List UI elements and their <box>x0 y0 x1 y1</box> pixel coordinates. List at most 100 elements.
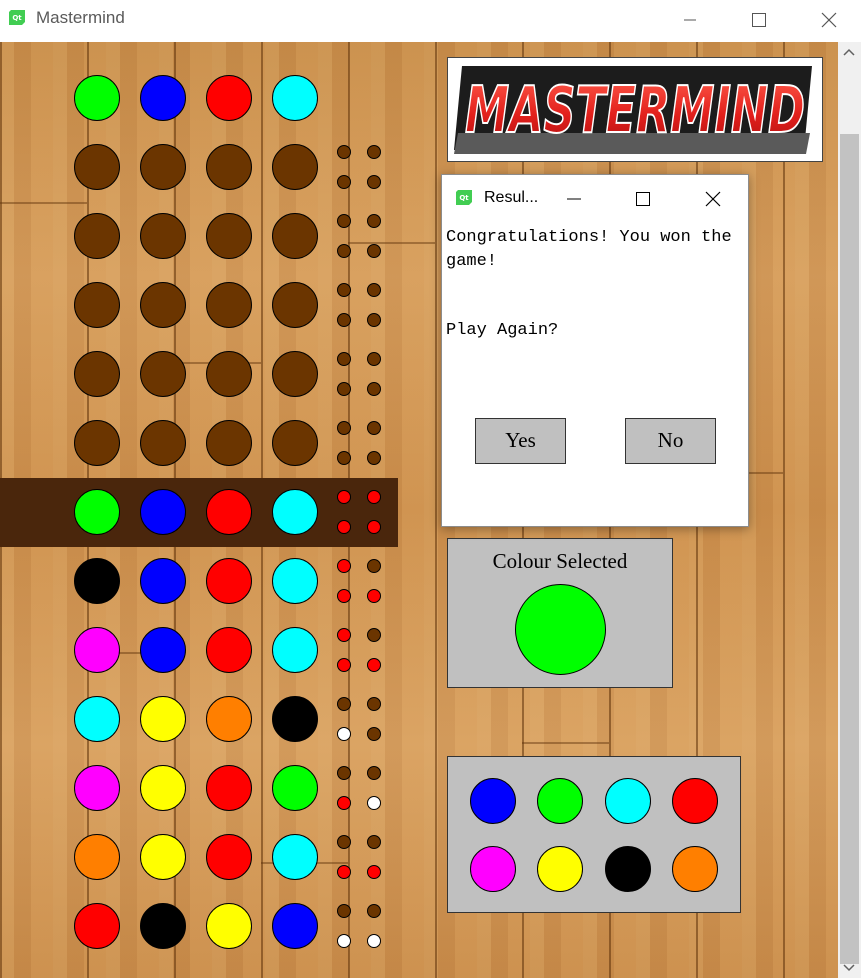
feedback-key-peg <box>337 835 351 849</box>
guess-peg[interactable] <box>74 213 120 259</box>
guess-peg[interactable] <box>206 834 252 880</box>
guess-peg[interactable] <box>272 765 318 811</box>
minimize-button[interactable] <box>667 0 713 40</box>
guess-peg[interactable] <box>140 558 186 604</box>
scroll-down-icon[interactable] <box>843 964 855 972</box>
feedback-key-peg <box>337 490 351 504</box>
guess-peg[interactable] <box>74 420 120 466</box>
palette-colour-blue[interactable] <box>470 778 516 824</box>
feedback-key-peg <box>367 934 381 948</box>
guess-peg[interactable] <box>206 144 252 190</box>
feedback-key-peg <box>367 865 381 879</box>
feedback-key-peg <box>337 520 351 534</box>
guess-peg[interactable] <box>272 834 318 880</box>
guess-peg[interactable] <box>272 903 318 949</box>
palette-colour-black[interactable] <box>605 846 651 892</box>
guess-peg[interactable] <box>140 696 186 742</box>
close-button[interactable] <box>806 0 852 40</box>
guess-peg[interactable] <box>74 489 120 535</box>
maximize-button[interactable] <box>736 0 782 40</box>
guess-peg[interactable] <box>272 696 318 742</box>
secret-code-peg <box>272 75 318 121</box>
guess-peg[interactable] <box>206 351 252 397</box>
guess-peg[interactable] <box>206 282 252 328</box>
guess-peg[interactable] <box>272 282 318 328</box>
guess-peg[interactable] <box>206 696 252 742</box>
feedback-key-peg <box>367 283 381 297</box>
vertical-scrollbar[interactable] <box>838 42 861 978</box>
no-button[interactable]: No <box>625 418 716 464</box>
feedback-key-peg <box>367 520 381 534</box>
logo-wordmark: MASTERMIND <box>454 66 812 154</box>
guess-peg[interactable] <box>140 489 186 535</box>
guess-peg[interactable] <box>272 351 318 397</box>
colour-palette <box>447 756 741 913</box>
feedback-key-peg <box>367 727 381 741</box>
plank-seam <box>0 202 87 204</box>
dialog-close-icon[interactable] <box>705 191 721 207</box>
guess-peg[interactable] <box>206 903 252 949</box>
guess-peg[interactable] <box>74 144 120 190</box>
guess-peg[interactable] <box>140 765 186 811</box>
plank-seam <box>522 742 609 744</box>
dialog-maximize-icon[interactable] <box>635 191 651 207</box>
yes-button[interactable]: Yes <box>475 418 566 464</box>
guess-peg[interactable] <box>272 420 318 466</box>
guess-peg[interactable] <box>206 489 252 535</box>
palette-colour-yellow[interactable] <box>537 846 583 892</box>
feedback-key-peg <box>367 244 381 258</box>
guess-peg[interactable] <box>206 213 252 259</box>
guess-peg[interactable] <box>74 627 120 673</box>
feedback-key-peg <box>337 145 351 159</box>
guess-peg[interactable] <box>140 420 186 466</box>
guess-peg[interactable] <box>272 144 318 190</box>
mastermind-logo: MASTERMIND <box>447 57 823 162</box>
scroll-up-icon[interactable] <box>843 48 855 56</box>
svg-text:MASTERMIND: MASTERMIND <box>465 74 805 148</box>
guess-peg[interactable] <box>74 282 120 328</box>
colour-selected-label: Colour Selected <box>492 549 628 573</box>
guess-peg[interactable] <box>206 627 252 673</box>
feedback-key-peg <box>367 658 381 672</box>
guess-peg[interactable] <box>140 144 186 190</box>
guess-peg[interactable] <box>272 627 318 673</box>
palette-colour-magenta[interactable] <box>470 846 516 892</box>
feedback-key-peg <box>367 559 381 573</box>
plank-seam <box>348 242 435 244</box>
guess-peg[interactable] <box>74 765 120 811</box>
guess-peg[interactable] <box>140 903 186 949</box>
guess-peg[interactable] <box>140 282 186 328</box>
secret-code-peg <box>140 75 186 121</box>
palette-colour-green[interactable] <box>537 778 583 824</box>
guess-peg[interactable] <box>74 834 120 880</box>
guess-peg[interactable] <box>272 213 318 259</box>
guess-peg[interactable] <box>272 558 318 604</box>
selected-colour-peg <box>515 584 606 675</box>
guess-peg[interactable] <box>74 696 120 742</box>
scrollbar-thumb[interactable] <box>840 134 859 964</box>
feedback-key-peg <box>337 352 351 366</box>
palette-colour-red[interactable] <box>672 778 718 824</box>
minimize-icon <box>684 19 696 21</box>
feedback-key-peg <box>367 835 381 849</box>
dialog-minimize-icon[interactable] <box>566 191 582 207</box>
feedback-key-peg <box>337 244 351 258</box>
palette-colour-orange[interactable] <box>672 846 718 892</box>
guess-peg[interactable] <box>74 351 120 397</box>
close-icon <box>821 12 837 28</box>
feedback-key-peg <box>337 313 351 327</box>
palette-colour-cyan[interactable] <box>605 778 651 824</box>
colour-selected-panel: Colour Selected <box>447 538 673 688</box>
guess-peg[interactable] <box>74 903 120 949</box>
guess-peg[interactable] <box>206 765 252 811</box>
feedback-key-peg <box>367 490 381 504</box>
guess-peg[interactable] <box>140 834 186 880</box>
guess-peg[interactable] <box>140 627 186 673</box>
guess-peg[interactable] <box>272 489 318 535</box>
feedback-key-peg <box>337 727 351 741</box>
guess-peg[interactable] <box>206 420 252 466</box>
guess-peg[interactable] <box>140 213 186 259</box>
guess-peg[interactable] <box>140 351 186 397</box>
guess-peg[interactable] <box>206 558 252 604</box>
guess-peg[interactable] <box>74 558 120 604</box>
